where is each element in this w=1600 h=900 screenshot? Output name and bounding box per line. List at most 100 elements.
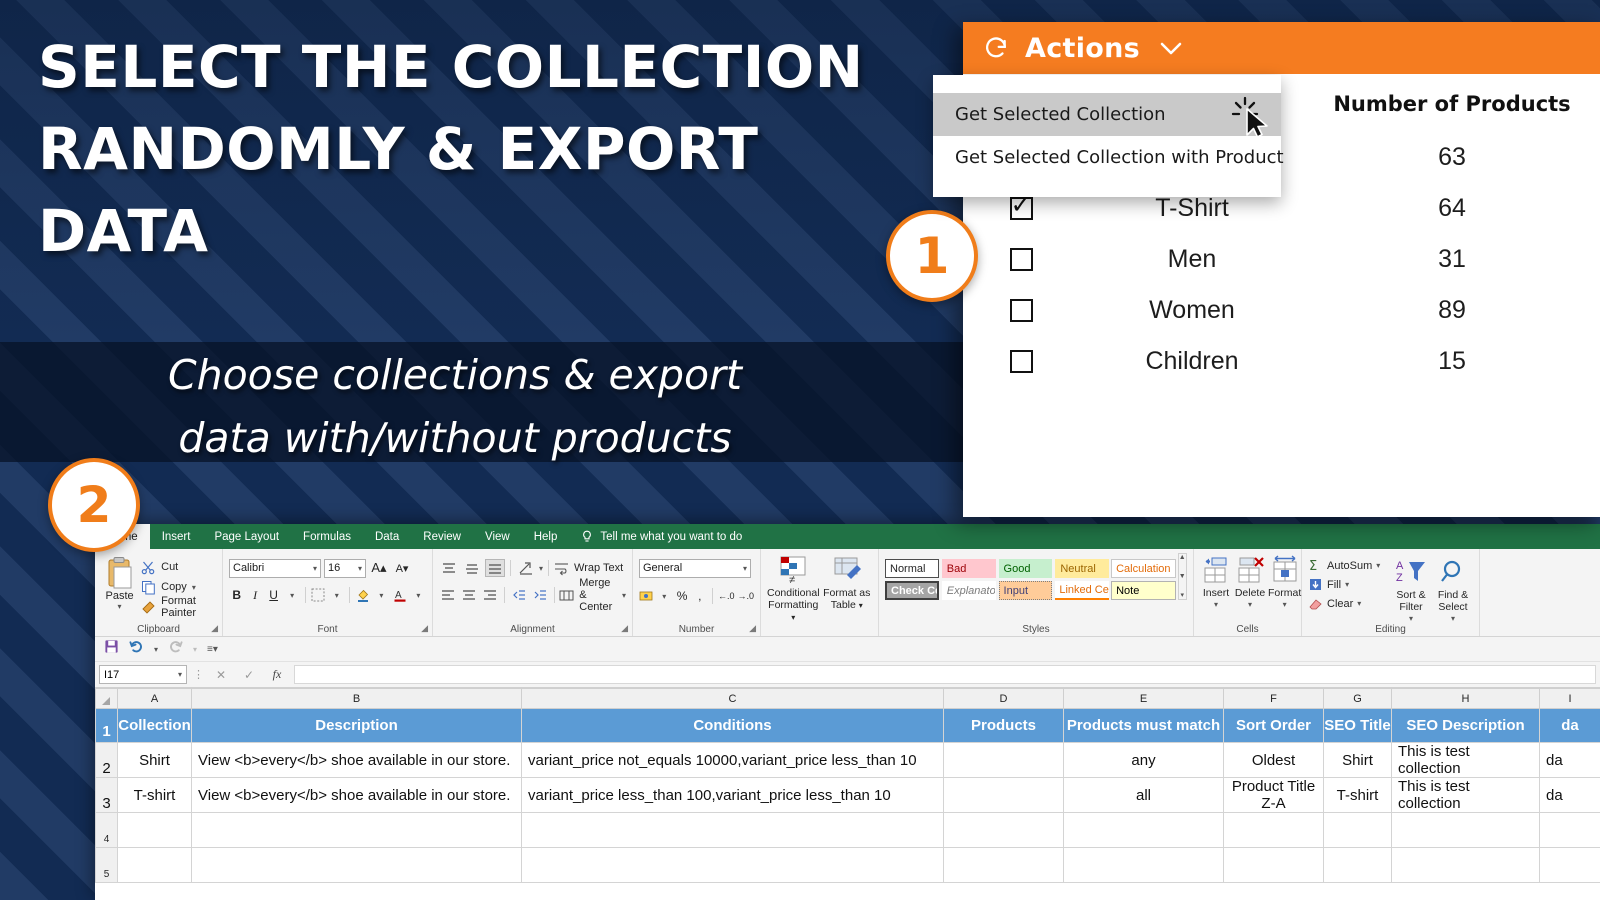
redo-caret-icon[interactable]: ▾ xyxy=(193,645,197,654)
fill-color-icon[interactable] xyxy=(355,585,370,605)
orientation-icon[interactable] xyxy=(516,559,536,577)
cell-h5[interactable] xyxy=(1391,847,1540,883)
delete-caret-icon[interactable]: ▾ xyxy=(1248,599,1252,611)
number-dialog-launcher[interactable]: ◢ xyxy=(749,623,756,634)
refresh-icon[interactable] xyxy=(983,35,1009,61)
column-header-e[interactable]: E xyxy=(1063,688,1224,709)
paste-caret-icon[interactable]: ▾ xyxy=(118,602,122,611)
cell-style-note[interactable]: Note xyxy=(1111,581,1176,600)
row-header-4[interactable]: 4 xyxy=(95,812,118,848)
cell-g4[interactable] xyxy=(1323,812,1392,848)
cell-a1[interactable]: Collection xyxy=(117,708,192,743)
wrap-text-button[interactable]: Wrap Text xyxy=(554,557,623,579)
clear-button[interactable]: Clear ▾ xyxy=(1308,594,1391,613)
copy-caret-icon[interactable]: ▾ xyxy=(192,583,196,592)
font-color-caret-icon[interactable]: ▾ xyxy=(411,585,426,605)
merge-center-caret-icon[interactable]: ▾ xyxy=(622,591,626,600)
cell-b3[interactable]: View <b>every</b> shoe available in our … xyxy=(191,777,522,813)
cell-d1[interactable]: Products xyxy=(943,708,1064,743)
format-as-table-button[interactable]: Format as Table ▾ xyxy=(822,555,872,636)
cell-b2[interactable]: View <b>every</b> shoe available in our … xyxy=(191,742,522,778)
tab-review[interactable]: Review xyxy=(411,524,473,549)
grow-font-button[interactable]: A▴ xyxy=(369,558,389,578)
cell-i4[interactable] xyxy=(1539,812,1600,848)
align-left-icon[interactable] xyxy=(439,586,457,604)
align-bottom-icon[interactable] xyxy=(485,559,505,577)
cell-style-neutral[interactable]: Neutral xyxy=(1055,559,1110,578)
cell-g2[interactable]: Shirt xyxy=(1323,742,1392,778)
tab-data[interactable]: Data xyxy=(363,524,411,549)
increase-indent-icon[interactable] xyxy=(531,586,549,604)
tab-page-layout[interactable]: Page Layout xyxy=(202,524,291,549)
row-header-1[interactable]: 1 xyxy=(95,708,118,743)
cell-f4[interactable] xyxy=(1223,812,1324,848)
cell-style-good[interactable]: Good xyxy=(998,559,1053,578)
borders-icon[interactable] xyxy=(311,585,326,605)
styles-gallery-scrollbar[interactable]: ▲ ▼ ▾ xyxy=(1177,553,1187,600)
format-caret-icon[interactable]: ▾ xyxy=(1283,599,1287,611)
cell-style-explanatory[interactable]: Explanatory ... xyxy=(941,581,996,600)
cell-f1[interactable]: Sort Order xyxy=(1223,708,1324,743)
cell-e1[interactable]: Products must match xyxy=(1063,708,1224,743)
cell-i1[interactable]: da xyxy=(1539,708,1600,743)
tell-me-search[interactable]: Tell me what you want to do xyxy=(569,524,742,549)
cell-style-check-cell[interactable]: Check Cell xyxy=(885,581,939,600)
scroll-more-icon[interactable]: ▾ xyxy=(1181,591,1185,599)
clear-caret-icon[interactable]: ▾ xyxy=(1357,599,1361,608)
checkbox-unchecked-icon[interactable] xyxy=(1009,248,1033,271)
conditional-formatting-button[interactable]: ≠ Conditional Formatting ▾ xyxy=(767,555,820,636)
font-family-select[interactable]: Calibri ▾ xyxy=(229,558,321,578)
tab-help[interactable]: Help xyxy=(522,524,570,549)
cell-i3[interactable]: da xyxy=(1539,777,1600,813)
alignment-dialog-launcher[interactable]: ◢ xyxy=(621,623,628,634)
select-all-corner[interactable] xyxy=(95,688,118,709)
row-header-2[interactable]: 2 xyxy=(95,742,118,778)
cell-b4[interactable] xyxy=(191,812,522,848)
align-middle-icon[interactable] xyxy=(462,559,482,577)
cell-style-calculation[interactable]: Calculation xyxy=(1111,559,1176,578)
align-center-icon[interactable] xyxy=(460,586,478,604)
name-box[interactable]: I17 ▾ xyxy=(99,665,187,684)
comma-style-button[interactable]: , xyxy=(692,586,707,606)
cell-style-normal[interactable]: Normal xyxy=(885,559,939,578)
shrink-font-button[interactable]: A▾ xyxy=(392,558,412,578)
table-row[interactable]: Women 89 xyxy=(985,285,1577,336)
decrease-indent-icon[interactable] xyxy=(510,586,528,604)
increase-decimal-icon[interactable]: ←.0 xyxy=(718,586,735,606)
underline-caret-icon[interactable]: ▾ xyxy=(284,585,299,605)
cell-style-bad[interactable]: Bad xyxy=(941,559,996,578)
cell-g3[interactable]: T-shirt xyxy=(1323,777,1392,813)
cell-d2[interactable] xyxy=(943,742,1064,778)
autosum-button[interactable]: Σ AutoSum ▾ xyxy=(1308,556,1391,575)
cell-h2[interactable]: This is test collection xyxy=(1391,742,1540,778)
font-size-select[interactable]: 16 ▾ xyxy=(324,558,366,578)
percent-style-button[interactable]: % xyxy=(675,586,690,606)
cell-b1[interactable]: Description xyxy=(191,708,522,743)
cell-c1[interactable]: Conditions xyxy=(521,708,944,743)
accounting-caret-icon[interactable]: ▾ xyxy=(657,586,672,606)
cell-a4[interactable] xyxy=(117,812,192,848)
row-checkbox-cell[interactable] xyxy=(985,248,1057,271)
cell-d4[interactable] xyxy=(943,812,1064,848)
decrease-decimal-icon[interactable]: →.0 xyxy=(738,586,755,606)
tab-insert[interactable]: Insert xyxy=(150,524,203,549)
tab-view[interactable]: View xyxy=(473,524,522,549)
number-format-select[interactable]: General ▾ xyxy=(639,558,751,578)
merge-center-button[interactable]: Merge & Center ▾ xyxy=(559,577,626,613)
row-checkbox-cell[interactable] xyxy=(985,350,1057,373)
cell-h1[interactable]: SEO Description xyxy=(1391,708,1540,743)
insert-caret-icon[interactable]: ▾ xyxy=(1214,599,1218,611)
cell-b5[interactable] xyxy=(191,847,522,883)
clipboard-dialog-launcher[interactable]: ◢ xyxy=(211,623,218,634)
cell-h4[interactable] xyxy=(1391,812,1540,848)
cell-a3[interactable]: T-shirt xyxy=(117,777,192,813)
more-icon[interactable]: ≡▾ xyxy=(207,644,218,655)
undo-caret-icon[interactable]: ▾ xyxy=(154,645,158,654)
column-header-i[interactable]: I xyxy=(1539,688,1600,709)
cell-i2[interactable]: da xyxy=(1539,742,1600,778)
row-header-3[interactable]: 3 xyxy=(95,777,118,813)
fill-color-caret-icon[interactable]: ▾ xyxy=(374,585,389,605)
align-top-icon[interactable] xyxy=(439,559,459,577)
checkbox-unchecked-icon[interactable] xyxy=(1009,299,1033,322)
font-dialog-launcher[interactable]: ◢ xyxy=(421,623,428,634)
